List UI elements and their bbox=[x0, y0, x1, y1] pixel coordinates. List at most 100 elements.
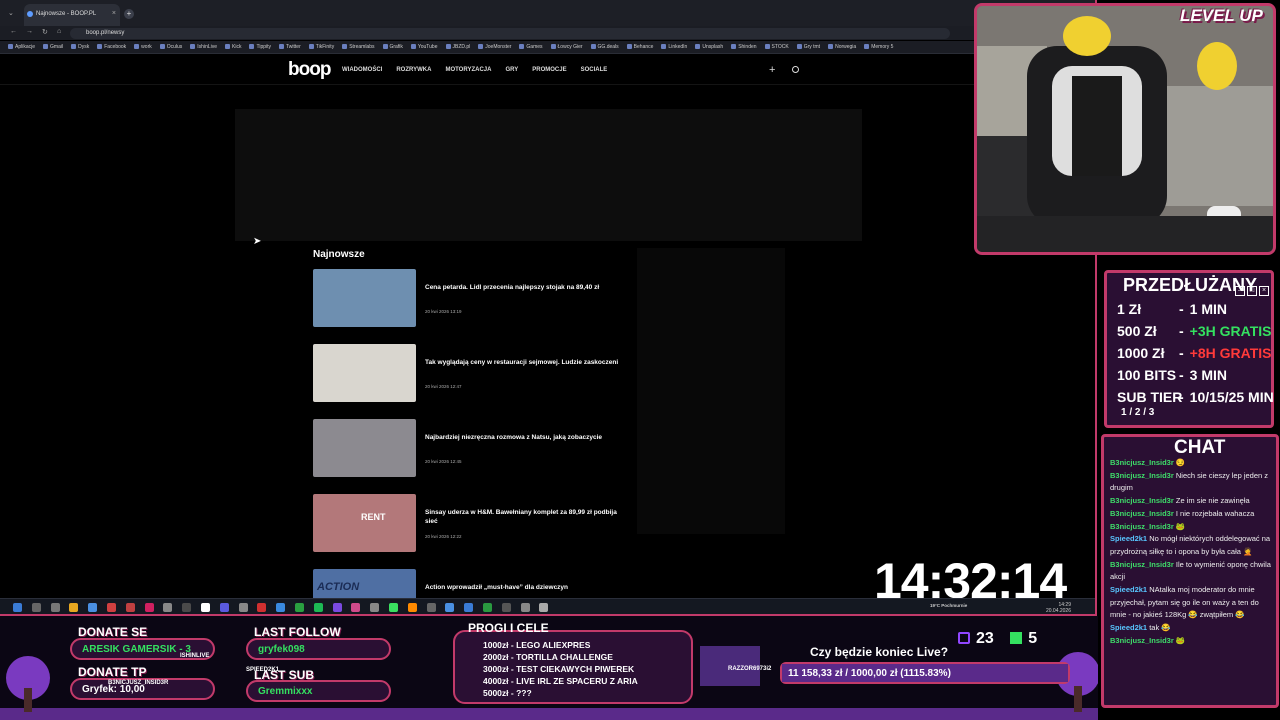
bookmark-item[interactable]: Facebook bbox=[97, 44, 126, 50]
browser-tabstrip: ⌄ Najnowsze - BOOP.PL × + bbox=[0, 0, 1095, 26]
bookmark-item[interactable]: Games bbox=[519, 44, 542, 50]
taskbar-app-icon[interactable] bbox=[295, 603, 304, 612]
taskbar-app-icon[interactable] bbox=[125, 603, 135, 612]
taskbar-app-icon[interactable] bbox=[483, 603, 492, 612]
bookmark-item[interactable]: LinkedIn bbox=[661, 44, 687, 50]
bookmark-item[interactable]: Tippity bbox=[249, 44, 271, 50]
price-value: +3H GRATIS bbox=[1189, 323, 1272, 339]
taskbar-app-icon[interactable] bbox=[276, 603, 286, 612]
article-thumbnail[interactable] bbox=[313, 269, 416, 327]
chat-message: B3nicjusz_Insid3r Niech sie cieszy lep j… bbox=[1110, 470, 1276, 495]
bookmark-item[interactable]: Shinden bbox=[731, 44, 756, 50]
bookmark-item[interactable]: GG.deals bbox=[591, 44, 619, 50]
bookmark-item[interactable]: Unsplash bbox=[695, 44, 723, 50]
article-card[interactable]: Najbardziej niezręczna rozmowa z Natsu, … bbox=[313, 419, 623, 477]
bookmark-item[interactable]: Kick bbox=[225, 44, 241, 50]
bookmark-item[interactable]: work bbox=[134, 44, 152, 50]
reload-icon[interactable]: ↻ bbox=[42, 28, 48, 36]
article-title[interactable]: Tak wyglądają ceny w restauracji sejmowe… bbox=[425, 358, 621, 367]
article-title[interactable]: Action wprowadził „must-have” dla dziewc… bbox=[425, 583, 621, 592]
chat-message: Spieed2k1 tak 😂 bbox=[1110, 622, 1276, 635]
bookmark-item[interactable]: Gry tmt bbox=[797, 44, 820, 50]
nav-link[interactable]: ROZRYWKA bbox=[396, 67, 431, 73]
nav-link[interactable]: MOTORYZACJA bbox=[445, 67, 491, 73]
taskbar-app-icon[interactable] bbox=[464, 603, 474, 612]
taskbar-app-icon[interactable] bbox=[257, 603, 267, 612]
taskbar-app-icon[interactable] bbox=[144, 603, 154, 612]
article-title[interactable]: Najbardziej niezręczna rozmowa z Natsu, … bbox=[425, 433, 621, 442]
back-icon[interactable]: ← bbox=[10, 28, 17, 35]
bookmark-item[interactable]: STOCK bbox=[765, 44, 789, 50]
article-thumbnail[interactable]: RENT bbox=[313, 494, 416, 552]
nav-link[interactable]: PROMOCJE bbox=[532, 67, 566, 73]
twitch-viewers-icon bbox=[958, 632, 970, 644]
bookmark-item[interactable]: Memory 5 bbox=[864, 44, 893, 50]
store-icon[interactable] bbox=[88, 603, 98, 612]
article-title[interactable]: Sinsay uderza w H&M. Bawełniany komplet … bbox=[425, 508, 621, 526]
tab-list-chevron-icon[interactable]: ⌄ bbox=[8, 9, 14, 17]
home-icon[interactable]: ⌂ bbox=[57, 28, 61, 35]
price-panel: PRZEDŁUŻANY – □ × 1 Zł -1 MIN 500 Zł - +3H GRA… bbox=[1104, 270, 1274, 428]
bookmark-item[interactable]: Twitter bbox=[279, 44, 301, 50]
taskbar-app-icon[interactable] bbox=[163, 603, 173, 612]
windows-start-icon[interactable] bbox=[13, 603, 22, 612]
taskbar-app-icon[interactable] bbox=[445, 603, 455, 612]
bookmark-item[interactable]: Łowcy Gier bbox=[551, 44, 583, 50]
taskbar-app-icon[interactable] bbox=[351, 603, 361, 612]
taskbar-app-icon[interactable] bbox=[407, 603, 417, 612]
search-taskbar-icon[interactable] bbox=[31, 603, 41, 612]
nav-link[interactable]: SOCIALE bbox=[581, 67, 608, 73]
taskbar-app-icon[interactable] bbox=[238, 603, 248, 612]
last-follow-label: LAST FOLLOW bbox=[254, 625, 341, 639]
article-card[interactable]: Tak wyglądają ceny w restauracji sejmowe… bbox=[313, 344, 623, 402]
taskbar-app-icon[interactable] bbox=[501, 603, 511, 612]
nav-link[interactable]: GRY bbox=[505, 67, 518, 73]
last-sub-value: Gremmixxx bbox=[246, 680, 391, 702]
bookmark-item[interactable]: Gmail bbox=[43, 44, 63, 50]
bookmark-item[interactable]: YouTube bbox=[411, 44, 438, 50]
bookmark-item[interactable]: Aplikacje bbox=[8, 44, 35, 50]
goal-item: 3000zł - TEST CIEKAWYCH PIWEREK bbox=[483, 664, 635, 674]
bookmark-item[interactable]: JoeMonster bbox=[478, 44, 511, 50]
taskbar-app-icon[interactable] bbox=[426, 603, 436, 612]
new-tab-button[interactable]: + bbox=[124, 9, 134, 19]
search-icon[interactable] bbox=[792, 66, 799, 73]
chat-title: CHAT bbox=[1174, 437, 1226, 458]
address-bar[interactable]: boop.pl/newsy bbox=[70, 28, 950, 39]
taskbar-app-icon[interactable] bbox=[370, 603, 380, 612]
taskbar-app-icon[interactable] bbox=[332, 603, 342, 612]
nav-link[interactable]: WIADOMOŚCI bbox=[342, 67, 382, 73]
article-title[interactable]: Cena petarda. Lidl przecenia najlepszy s… bbox=[425, 283, 621, 292]
taskbar-app-icon[interactable] bbox=[219, 603, 229, 612]
chat-message: B3nicjusz_Insid3r 😏 bbox=[1110, 457, 1276, 470]
explorer-icon[interactable] bbox=[69, 603, 79, 612]
taskbar-app-icon[interactable] bbox=[182, 603, 192, 612]
taskview-icon[interactable] bbox=[50, 603, 60, 612]
tab-close-icon[interactable]: × bbox=[112, 10, 116, 17]
taskbar-app-icon[interactable] bbox=[201, 603, 210, 612]
bookmark-item[interactable]: TikFinity bbox=[309, 44, 334, 50]
article-thumbnail[interactable] bbox=[313, 419, 416, 477]
bookmark-item[interactable]: JBZD.pl bbox=[446, 44, 471, 50]
bookmark-item[interactable]: Grafik bbox=[383, 44, 403, 50]
bookmark-item[interactable]: Oculus bbox=[160, 44, 183, 50]
bookmark-item[interactable]: Dysk bbox=[71, 44, 89, 50]
plus-icon[interactable]: + bbox=[769, 64, 775, 76]
system-tray-clock[interactable]: 14:29 20.04.2026 bbox=[1046, 602, 1071, 614]
desktop-screen: ⌄ Najnowsze - BOOP.PL × + ← → ↻ ⌂ boop.p… bbox=[0, 0, 1097, 616]
taskbar-app-icon[interactable] bbox=[520, 603, 530, 612]
bookmark-item[interactable]: Streamlabs bbox=[342, 44, 374, 50]
article-thumbnail[interactable] bbox=[313, 344, 416, 402]
bookmark-item[interactable]: IshinLive bbox=[190, 44, 217, 50]
article-card[interactable]: RENT Sinsay uderza w H&M. Bawełniany komp… bbox=[313, 494, 623, 552]
article-card[interactable]: Cena petarda. Lidl przecenia najlepszy s… bbox=[313, 269, 623, 327]
boop-logo[interactable]: boop bbox=[288, 59, 331, 81]
taskbar-app-icon[interactable] bbox=[539, 603, 549, 612]
bookmark-item[interactable]: Norwegia bbox=[828, 44, 856, 50]
bookmark-item[interactable]: Behance bbox=[627, 44, 654, 50]
browser-tab-active[interactable]: Najnowsze - BOOP.PL × bbox=[24, 4, 120, 26]
app-icon[interactable] bbox=[107, 603, 116, 612]
taskbar-app-icon[interactable] bbox=[313, 603, 323, 612]
forward-icon[interactable]: → bbox=[26, 28, 33, 35]
taskbar-app-icon[interactable] bbox=[389, 603, 398, 612]
